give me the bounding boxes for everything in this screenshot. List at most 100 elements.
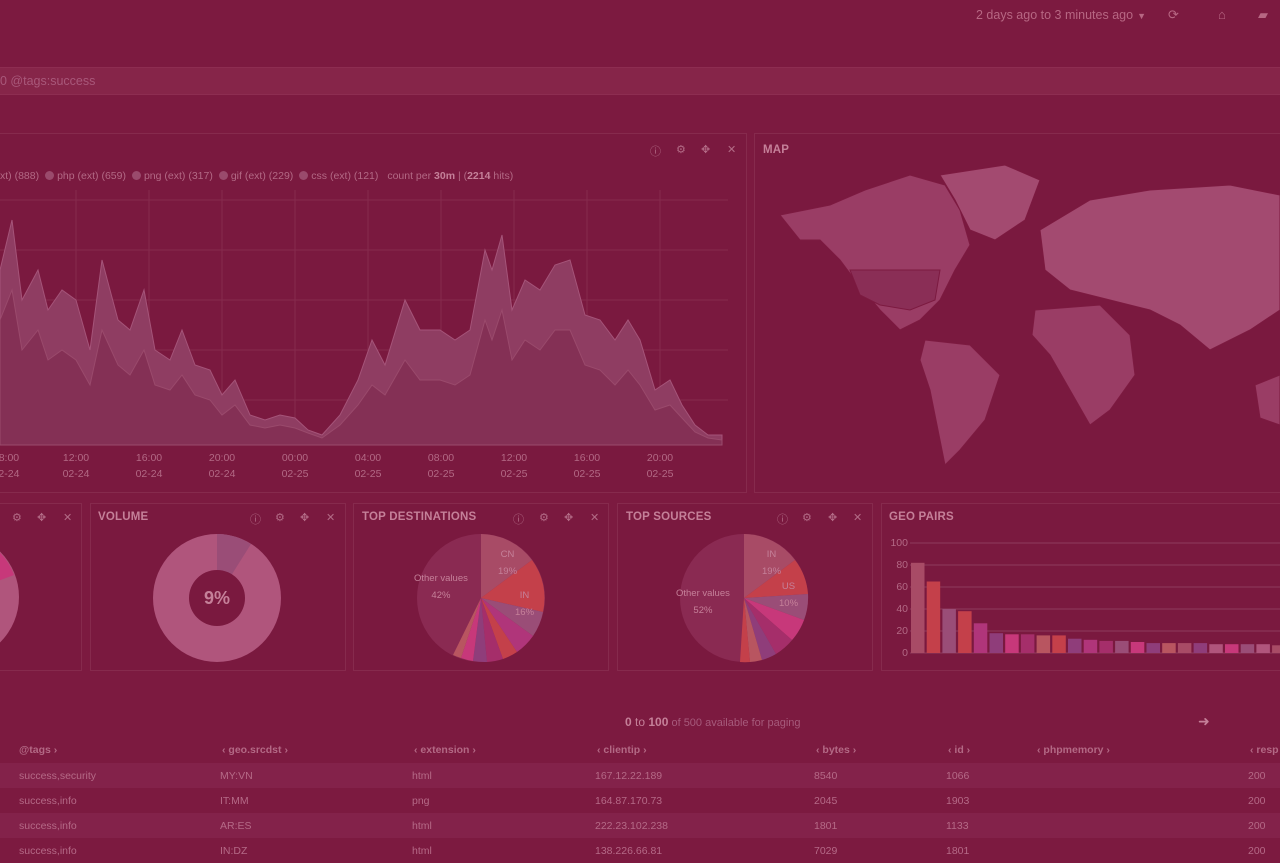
geo-bar[interactable] [989, 633, 1004, 653]
table-row[interactable]: success,security MY:VN html 167.12.22.18… [0, 763, 1280, 788]
move-icon[interactable]: ✥ [37, 511, 46, 524]
y-tick: 20 [896, 625, 908, 637]
move-icon[interactable]: ✥ [701, 143, 710, 156]
geo-bar[interactable] [1225, 644, 1239, 653]
timerange-label: 2 days ago to 3 minutes ago [976, 8, 1134, 22]
south-america[interactable] [919, 339, 1001, 467]
geo-pairs-title: GEO PAIRS [889, 511, 954, 523]
paging-info: 0 to 100 of 500 available for paging [625, 715, 801, 729]
geo-bar[interactable] [926, 581, 941, 654]
geo-bar[interactable] [1272, 645, 1280, 653]
refresh-icon[interactable]: ⟳ [1168, 7, 1179, 23]
move-icon[interactable]: ✥ [564, 511, 573, 524]
slice-label: Other values 42% [414, 573, 468, 601]
column-header[interactable]: ‹ extension › [414, 744, 476, 756]
close-icon[interactable]: ✕ [590, 511, 599, 524]
geo-bar[interactable] [1020, 634, 1035, 653]
geo-bar[interactable] [1193, 643, 1208, 653]
close-icon[interactable]: ✕ [727, 143, 736, 156]
column-header[interactable]: ‹ bytes › [816, 744, 856, 756]
legend-dot [45, 171, 55, 180]
info-icon[interactable]: ⓘ [250, 511, 261, 527]
y-tick: 0 [902, 647, 908, 659]
x-tick: 16:00 02-25 [573, 452, 601, 480]
legend-item[interactable]: css (ext) (121) [311, 170, 378, 182]
close-icon[interactable]: ✕ [853, 511, 862, 524]
legend-dot [131, 171, 141, 180]
gear-icon[interactable]: ⚙ [12, 511, 22, 524]
geo-bar[interactable] [1005, 634, 1019, 653]
timerange-picker[interactable]: 2 days ago to 3 minutes ago ▼ [976, 8, 1146, 22]
folder-open-icon[interactable]: ▰ [1258, 7, 1268, 23]
column-header[interactable]: ‹ phpmemory › [1037, 744, 1110, 756]
geo-bar[interactable] [1162, 643, 1176, 653]
column-header[interactable]: ‹ clientip › [597, 744, 647, 756]
geo-bar[interactable] [1177, 643, 1192, 653]
x-tick: 16:00 02-24 [135, 452, 163, 480]
geo-bar[interactable] [1115, 640, 1129, 653]
world-map[interactable] [770, 160, 1280, 470]
slice-label: IN 16% [515, 590, 535, 618]
volume-title: VOLUME [98, 511, 149, 523]
slice-label: CN 19% [498, 549, 518, 577]
y-tick: 40 [896, 603, 908, 615]
geo-bar[interactable] [1130, 642, 1145, 653]
table-row[interactable]: success,info IN:DZ html 138.226.66.81 70… [0, 838, 1280, 863]
legend-item[interactable]: gif (ext) (229) [231, 170, 293, 182]
north-america[interactable] [779, 174, 971, 331]
slice-label: US 10% [779, 581, 799, 609]
home-icon[interactable]: ⌂ [1218, 7, 1226, 22]
legend-item[interactable]: xt) (888) [0, 170, 39, 182]
caret-down-icon: ▼ [1137, 11, 1146, 21]
geo-bar[interactable] [958, 611, 972, 653]
x-tick: 04:00 02-25 [354, 452, 382, 480]
x-tick: 00:00 02-25 [281, 452, 309, 480]
interval-value: 30m [434, 170, 456, 182]
y-tick: 80 [896, 559, 908, 571]
geo-bar[interactable] [1240, 644, 1255, 653]
column-header[interactable]: ‹ resp [1250, 744, 1279, 756]
geo-bar[interactable] [973, 623, 988, 653]
geo-bar[interactable] [1068, 638, 1082, 653]
geo-bar[interactable] [1083, 639, 1098, 653]
info-icon[interactable]: ⓘ [650, 143, 661, 159]
top-destinations-title: TOP DESTINATIONS [362, 511, 477, 523]
geo-bar[interactable] [1099, 640, 1113, 653]
column-header[interactable]: ‹ id › [948, 744, 970, 756]
close-icon[interactable]: ✕ [63, 511, 72, 524]
gear-icon[interactable]: ⚙ [676, 143, 686, 156]
slice-label: IN 19% [762, 549, 782, 577]
gear-icon[interactable]: ⚙ [539, 511, 549, 524]
info-icon[interactable]: ⓘ [777, 511, 788, 527]
x-tick: 12:00 02-25 [500, 452, 528, 480]
gear-icon[interactable]: ⚙ [802, 511, 812, 524]
partial-pie [0, 551, 19, 643]
arrow-right-icon[interactable]: ➜ [1198, 713, 1210, 730]
gear-icon[interactable]: ⚙ [275, 511, 285, 524]
y-tick: 100 [890, 537, 908, 549]
geo-bar[interactable] [911, 562, 925, 653]
geo-bar[interactable] [1209, 644, 1223, 653]
geo-bar[interactable] [1146, 643, 1161, 653]
move-icon[interactable]: ✥ [828, 511, 837, 524]
close-icon[interactable]: ✕ [326, 511, 335, 524]
move-icon[interactable]: ✥ [300, 511, 309, 524]
legend-dot [299, 171, 309, 180]
legend-item[interactable]: php (ext) (659) [57, 170, 126, 182]
australia[interactable] [1254, 374, 1280, 426]
geo-bar[interactable] [1256, 644, 1270, 653]
table-row[interactable]: success,info AR:ES html 222.23.102.238 1… [0, 813, 1280, 838]
legend-item[interactable]: png (ext) (317) [144, 170, 213, 182]
hits-sep: | ( [455, 170, 468, 182]
geo-bar[interactable] [1036, 635, 1051, 653]
geo-bar[interactable] [942, 609, 956, 653]
query-input[interactable]: 0 @tags:success [0, 74, 95, 88]
volume-value: 9% [203, 588, 230, 608]
geo-bar[interactable] [1052, 635, 1066, 653]
column-header[interactable]: ‹ geo.srcdst › [222, 744, 288, 756]
query-bar[interactable]: 0 @tags:success [0, 67, 1280, 95]
column-header[interactable]: @tags › [19, 744, 57, 756]
table-row[interactable]: success,info IT:MM png 164.87.170.73 204… [0, 788, 1280, 813]
africa[interactable] [1031, 304, 1136, 426]
info-icon[interactable]: ⓘ [513, 511, 524, 527]
